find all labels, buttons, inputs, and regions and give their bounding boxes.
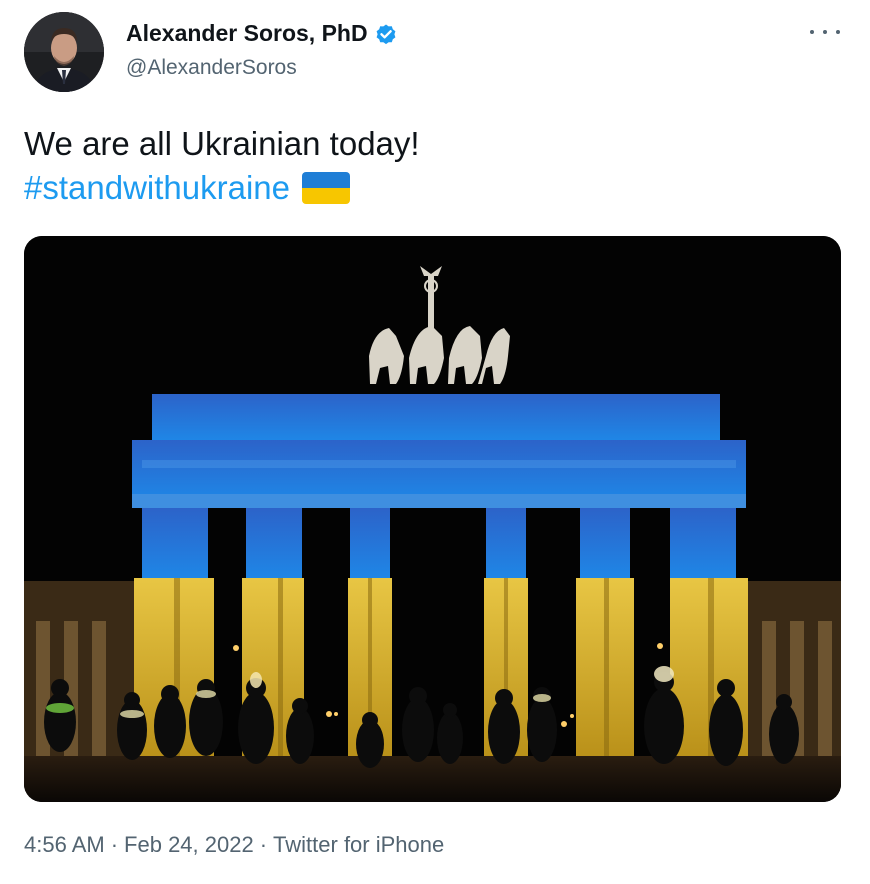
display-name[interactable]: Alexander Soros, PhD <box>126 20 368 47</box>
brandenburg-gate-photo <box>24 236 841 802</box>
verified-badge-icon <box>374 22 398 46</box>
tweet-footer: 4:56 AM · Feb 24, 2022 · Twitter for iPhone <box>24 832 444 858</box>
more-horizontal-icon[interactable] <box>810 20 840 44</box>
author-name-row[interactable]: Alexander Soros, PhD <box>126 20 398 47</box>
tweet-time[interactable]: 4:56 AM <box>24 832 105 857</box>
author-handle[interactable]: @AlexanderSoros <box>126 56 297 80</box>
separator: · <box>110 832 119 857</box>
tweet-body: We are all Ukrainian today! <box>24 125 420 162</box>
tweet-media-photo[interactable] <box>24 236 841 802</box>
tweet-source[interactable]: Twitter for iPhone <box>273 832 444 857</box>
avatar-portrait <box>24 12 104 92</box>
tweet-date[interactable]: Feb 24, 2022 <box>124 832 254 857</box>
avatar[interactable] <box>24 12 104 92</box>
separator: · <box>259 832 268 857</box>
tweet-text: We are all Ukrainian today! #standwithuk… <box>24 122 420 210</box>
flag-ukraine-icon <box>302 172 350 204</box>
hashtag-link[interactable]: #standwithukraine <box>24 166 290 210</box>
